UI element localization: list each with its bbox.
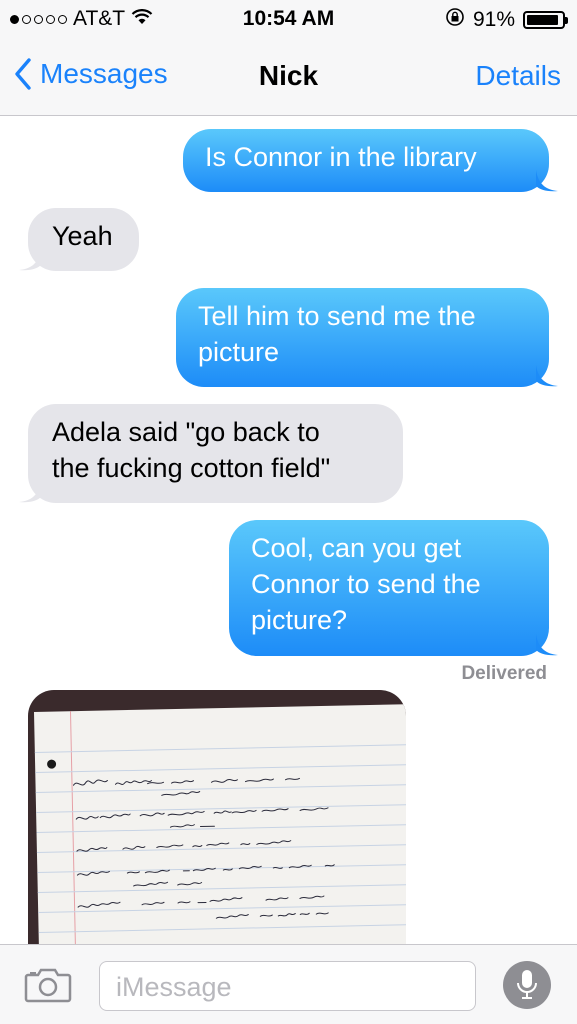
- message-text-line: picture: [198, 337, 280, 367]
- message-bubble-outgoing[interactable]: Tell him to send me the picture: [176, 288, 558, 387]
- message-text-line: picture?: [251, 605, 348, 635]
- message-text-line: the fucking cotton field": [52, 453, 331, 483]
- message-text-line: Connor to send the: [251, 569, 481, 599]
- notebook-paper-image: [34, 704, 406, 950]
- details-button[interactable]: Details: [475, 60, 561, 92]
- message-bubble-outgoing[interactable]: Is Connor in the library: [183, 129, 558, 192]
- message-bubble-incoming[interactable]: Yeah: [19, 208, 139, 271]
- message-image-attachment[interactable]: [28, 690, 406, 950]
- rotation-lock-icon: [445, 7, 465, 33]
- status-bar: AT&T 10:54 AM 91%: [0, 0, 577, 38]
- message-bubble-outgoing[interactable]: Cool, can you get Connor to send the pic…: [229, 520, 558, 656]
- delivered-status: Delivered: [461, 663, 547, 684]
- message-text-field[interactable]: iMessage: [99, 961, 476, 1011]
- battery-percent: 91%: [472, 8, 515, 31]
- message-text-line: Tell him to send me the: [198, 301, 476, 331]
- navigation-bar: Messages Nick Details: [0, 38, 577, 116]
- message-input-bar: iMessage: [0, 944, 577, 1024]
- microphone-icon: [517, 970, 537, 999]
- camera-icon: [24, 968, 72, 1003]
- status-right: 91%: [445, 7, 568, 33]
- dictation-button[interactable]: [503, 961, 551, 1009]
- message-bubble-incoming[interactable]: Adela said "go back to the fucking cotto…: [19, 404, 403, 503]
- message-text-line: Cool, can you get: [251, 533, 462, 563]
- battery-icon: [523, 11, 568, 29]
- message-placeholder: iMessage: [116, 972, 232, 1002]
- message-text: Yeah: [52, 221, 113, 251]
- camera-button[interactable]: [24, 967, 72, 1008]
- message-text-line: Adela said "go back to: [52, 417, 320, 447]
- message-text: Is Connor in the library: [205, 142, 477, 172]
